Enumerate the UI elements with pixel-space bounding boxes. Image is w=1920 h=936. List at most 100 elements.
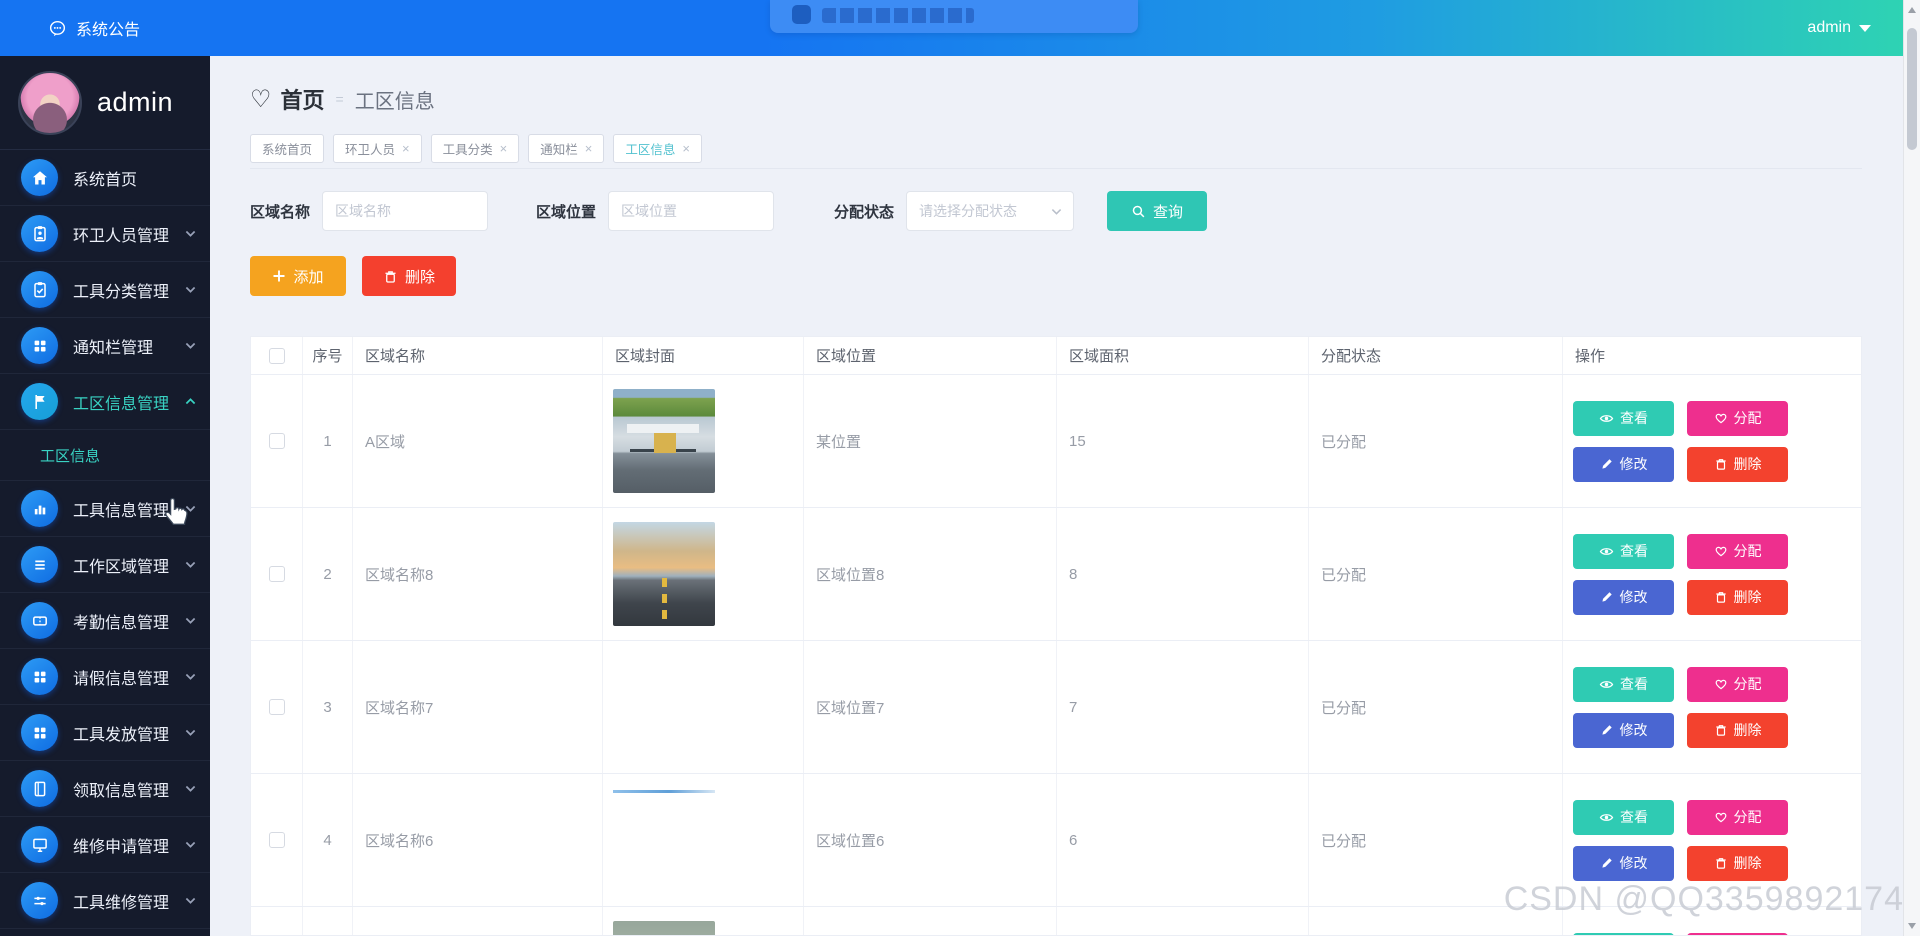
edit-button[interactable]: 修改 xyxy=(1573,579,1674,615)
sidebar-item[interactable]: 环卫人员管理 xyxy=(0,206,210,262)
tab[interactable]: 工具分类 × xyxy=(430,134,520,163)
sidebar-item[interactable]: 通知栏管理 xyxy=(0,318,210,374)
heart-icon xyxy=(1715,413,1726,424)
table-row: 3 区域名称7 区域位置7 7 已分配 查看 分配 修改 删除 xyxy=(251,641,1861,774)
row-area-size: 6 xyxy=(1057,774,1309,906)
row-location: 某位置 xyxy=(804,375,1057,507)
monitor-icon xyxy=(21,826,58,863)
close-icon[interactable]: × xyxy=(402,142,410,155)
sidebar-item[interactable]: 工具分类管理 xyxy=(0,262,210,318)
search-button[interactable]: 查询 xyxy=(1107,191,1208,231)
sidebar-item[interactable]: 工具信息管理 xyxy=(0,481,210,537)
sidebar-item[interactable]: 工具维修管理 xyxy=(0,873,210,929)
avatar[interactable] xyxy=(18,70,82,135)
chevron-icon xyxy=(184,670,197,683)
assign-button[interactable]: 分配 xyxy=(1687,666,1788,702)
sidebar-item-label: 领取信息管理 xyxy=(73,782,170,800)
sidebar-item[interactable]: 工区信息管理 xyxy=(0,374,210,430)
table-header-cell: 区域封面 xyxy=(603,337,804,374)
delete-button[interactable]: 删除 xyxy=(1687,845,1788,881)
breadcrumb-home[interactable]: 首页 xyxy=(281,83,325,115)
add-button[interactable]: 添加 xyxy=(250,256,346,296)
delete-selected-button[interactable]: 删除 xyxy=(362,256,456,296)
row-checkbox[interactable] xyxy=(268,832,285,848)
user-menu[interactable]: admin xyxy=(1807,0,1871,56)
tab[interactable]: 系统首页 xyxy=(250,134,325,163)
close-icon[interactable]: × xyxy=(500,142,508,155)
chevron-icon xyxy=(184,558,197,571)
row-area-size: 15 xyxy=(1057,375,1309,507)
plus-icon xyxy=(273,270,285,282)
assign-button[interactable]: 分配 xyxy=(1687,799,1788,835)
sidebar-item-label: 工作区域管理 xyxy=(73,558,170,576)
sidebar-item[interactable]: 领取信息管理 xyxy=(0,761,210,817)
chevron-icon xyxy=(184,782,197,795)
row-checkbox[interactable] xyxy=(268,699,285,715)
breadcrumb-separator: = xyxy=(335,91,344,107)
delete-button[interactable]: 删除 xyxy=(1687,446,1788,482)
status-filter-select[interactable]: 请选择分配状态 xyxy=(906,191,1075,231)
name-filter-label: 区域名称 xyxy=(250,203,311,221)
grid-icon xyxy=(21,327,58,364)
username-label: admin xyxy=(1807,19,1851,36)
row-checkbox[interactable] xyxy=(268,433,285,449)
sidebar-item[interactable]: 系统首页 xyxy=(0,150,210,206)
sidebar-item[interactable]: 工作区域管理 xyxy=(0,537,210,593)
row-index: 1 xyxy=(303,375,353,507)
delete-button[interactable]: 删除 xyxy=(1687,712,1788,748)
sidebar-item-label: 工具信息管理 xyxy=(73,502,170,520)
trash-icon xyxy=(1715,459,1726,470)
delete-button[interactable]: 删除 xyxy=(1687,579,1788,615)
eye-icon xyxy=(1599,813,1614,821)
assign-button[interactable]: 分配 xyxy=(1687,533,1788,569)
announcement-label: 系统公告 xyxy=(76,22,141,39)
tab[interactable]: 工区信息 × xyxy=(613,134,702,163)
tab[interactable]: 环卫人员 × xyxy=(333,134,422,163)
search-icon xyxy=(1132,205,1145,217)
view-button[interactable]: 查看 xyxy=(1573,932,1674,935)
chevron-icon xyxy=(184,894,197,907)
row-checkbox[interactable] xyxy=(268,566,285,582)
sidebar-username: admin xyxy=(97,87,174,117)
name-filter-input[interactable] xyxy=(322,191,489,231)
sidebar-item-label: 维修申请管理 xyxy=(73,838,170,856)
row-cover-image xyxy=(613,522,715,626)
sidebar-menu: 系统首页 环卫人员管理 工具分类管理 通知栏管理 工区信息管理 工区信息 工具信… xyxy=(0,150,210,929)
view-button[interactable]: 查看 xyxy=(1573,666,1674,702)
location-filter-input[interactable] xyxy=(608,191,775,231)
table-header-cell: 序号 xyxy=(303,337,353,374)
sidebar-item-label: 工具维修管理 xyxy=(73,894,170,912)
edit-button[interactable]: 修改 xyxy=(1573,845,1674,881)
sidebar-item-label: 系统首页 xyxy=(73,171,138,189)
sidebar-item[interactable]: 维修申请管理 xyxy=(0,817,210,873)
view-button[interactable]: 查看 xyxy=(1573,533,1674,569)
vertical-scrollbar[interactable] xyxy=(1903,0,1920,936)
view-button[interactable]: 查看 xyxy=(1573,799,1674,835)
eye-icon xyxy=(1599,680,1614,688)
scroll-up-arrow[interactable] xyxy=(1908,7,1916,13)
view-button[interactable]: 查看 xyxy=(1573,400,1674,436)
sidebar-item[interactable]: 工区信息 xyxy=(0,430,210,481)
sliders-icon xyxy=(21,882,58,919)
pencil-icon xyxy=(1601,459,1612,469)
tab-label: 系统首页 xyxy=(262,143,313,157)
edit-button[interactable]: 修改 xyxy=(1573,446,1674,482)
announcement-button[interactable]: 系统公告 xyxy=(48,16,140,40)
chevron-icon xyxy=(184,339,197,352)
scroll-down-arrow[interactable] xyxy=(1908,923,1916,929)
chevron-icon xyxy=(184,838,197,851)
scrollbar-thumb[interactable] xyxy=(1907,28,1917,150)
row-index xyxy=(303,907,353,935)
tab[interactable]: 通知栏 × xyxy=(528,134,605,163)
select-all-checkbox[interactable] xyxy=(268,347,285,364)
sidebar-item[interactable]: 请假信息管理 xyxy=(0,649,210,705)
sidebar-item[interactable]: 考勤信息管理 xyxy=(0,593,210,649)
sidebar-item[interactable]: 工具发放管理 xyxy=(0,705,210,761)
toolbar: 添加 删除 xyxy=(250,256,1862,296)
trash-icon xyxy=(385,270,396,283)
close-icon[interactable]: × xyxy=(585,142,593,155)
edit-button[interactable]: 修改 xyxy=(1573,712,1674,748)
assign-button[interactable]: 分配 xyxy=(1687,400,1788,436)
close-icon[interactable]: × xyxy=(682,142,690,155)
assign-button[interactable]: 分配 xyxy=(1687,932,1788,935)
